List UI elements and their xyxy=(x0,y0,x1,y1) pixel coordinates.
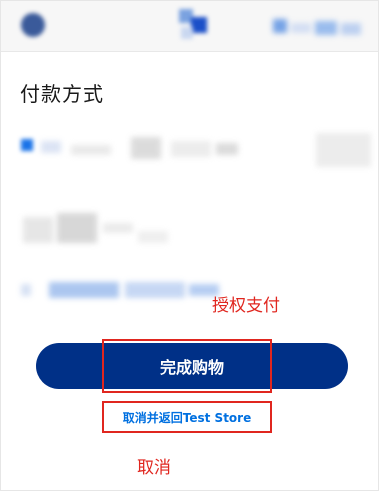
authorize-payment-row[interactable] xyxy=(11,276,221,306)
page-title: 付款方式 xyxy=(20,84,104,106)
blurred-text xyxy=(21,280,221,300)
annotation-cancel: 取消 xyxy=(137,458,171,478)
payment-method-option[interactable] xyxy=(11,119,376,181)
annotation-authorize: 授权支付 xyxy=(212,296,280,316)
blurred-text xyxy=(23,211,183,249)
brand-logo xyxy=(21,13,45,37)
payment-method-option[interactable] xyxy=(11,206,376,256)
cancel-and-return-link[interactable]: 取消并返回Test Store xyxy=(104,402,270,432)
blurred-header-text xyxy=(273,17,363,39)
checkout-panel: 付款方式 授权支付 完成购物 取消并返回Test Store 取消 xyxy=(0,0,379,491)
blurred-brand-mark xyxy=(179,9,209,41)
header-bar xyxy=(1,1,378,52)
blurred-text xyxy=(41,135,261,165)
complete-purchase-button[interactable]: 完成购物 xyxy=(36,343,348,389)
payment-method-icon xyxy=(21,139,33,151)
complete-purchase-label: 完成购物 xyxy=(159,358,224,377)
blurred-text xyxy=(316,133,371,167)
